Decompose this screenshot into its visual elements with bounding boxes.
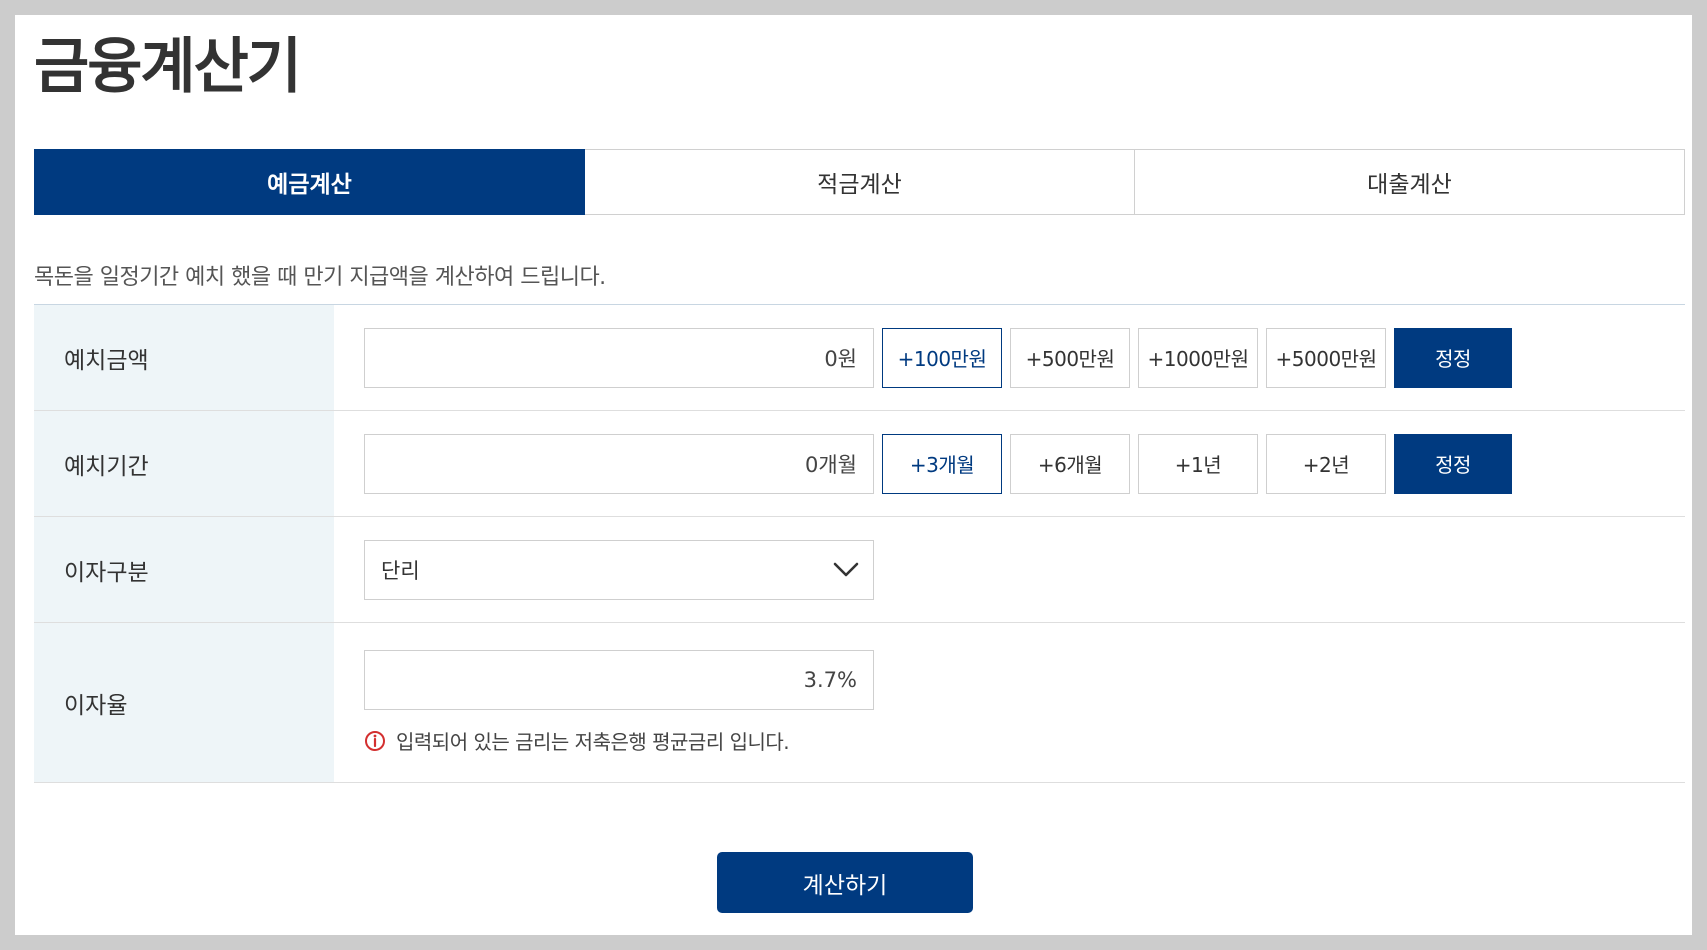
row-interest-type: 이자구분 단리 <box>34 517 1685 623</box>
rate-notice: 입력되어 있는 금리는 저축은행 평균금리 입니다. <box>364 726 790 755</box>
calculator-form: 예치금액 0원 +100만원 +500만원 +1000만원 +5000만원 정정… <box>34 304 1685 783</box>
add-1-year-button[interactable]: +1년 <box>1138 433 1258 494</box>
deposit-amount-label: 예치금액 <box>34 305 334 410</box>
add-6-months-button[interactable]: +6개월 <box>1010 433 1130 494</box>
row-deposit-period: 예치기간 0개월 +3개월 +6개월 +1년 +2년 정정 <box>34 411 1685 517</box>
interest-type-label: 이자구분 <box>34 517 334 622</box>
description-text: 목돈을 일정기간 예치 했을 때 만기 지급액을 계산하여 드립니다. <box>34 265 606 290</box>
add-2-years-button[interactable]: +2년 <box>1266 433 1386 494</box>
calculator-tabs: 예금계산 적금계산 대출계산 <box>34 149 1685 215</box>
deposit-period-input[interactable]: 0개월 <box>364 433 874 494</box>
row-interest-rate: 이자율 3.7% 입력되어 있는 금리는 저축은행 평균금리 입니다. <box>34 623 1685 783</box>
tab-deposit[interactable]: 예금계산 <box>34 149 585 215</box>
interest-rate-body: 3.7% 입력되어 있는 금리는 저축은행 평균금리 입니다. <box>334 623 1685 782</box>
period-reset-button[interactable]: 정정 <box>1394 433 1512 494</box>
deposit-period-body: 0개월 +3개월 +6개월 +1년 +2년 정정 <box>334 411 1685 516</box>
interest-rate-input[interactable]: 3.7% <box>364 650 874 710</box>
calculate-button[interactable]: 계산하기 <box>717 852 973 913</box>
info-alert-icon <box>364 730 386 752</box>
tab-loan[interactable]: 대출계산 <box>1135 149 1685 215</box>
add-5000-button[interactable]: +5000만원 <box>1266 327 1386 388</box>
calculator-panel: 금융계산기 예금계산 적금계산 대출계산 목돈을 일정기간 예치 했을 때 만기… <box>15 15 1692 935</box>
row-deposit-amount: 예치금액 0원 +100만원 +500만원 +1000만원 +5000만원 정정 <box>34 305 1685 411</box>
deposit-period-label: 예치기간 <box>34 411 334 516</box>
interest-rate-label: 이자율 <box>34 623 334 782</box>
page-title: 금융계산기 <box>34 32 302 102</box>
add-1000-button[interactable]: +1000만원 <box>1138 327 1258 388</box>
add-100-button[interactable]: +100만원 <box>882 327 1002 388</box>
tab-installment-savings[interactable]: 적금계산 <box>585 149 1135 215</box>
add-3-months-button[interactable]: +3개월 <box>882 433 1002 494</box>
chevron-down-icon <box>833 562 859 578</box>
interest-type-selected: 단리 <box>381 558 420 583</box>
interest-type-select[interactable]: 단리 <box>364 539 874 600</box>
deposit-amount-input[interactable]: 0원 <box>364 327 874 388</box>
add-500-button[interactable]: +500만원 <box>1010 327 1130 388</box>
rate-notice-text: 입력되어 있는 금리는 저축은행 평균금리 입니다. <box>396 730 790 754</box>
interest-type-body: 단리 <box>334 517 1685 622</box>
deposit-amount-body: 0원 +100만원 +500만원 +1000만원 +5000만원 정정 <box>334 305 1685 410</box>
amount-reset-button[interactable]: 정정 <box>1394 327 1512 388</box>
